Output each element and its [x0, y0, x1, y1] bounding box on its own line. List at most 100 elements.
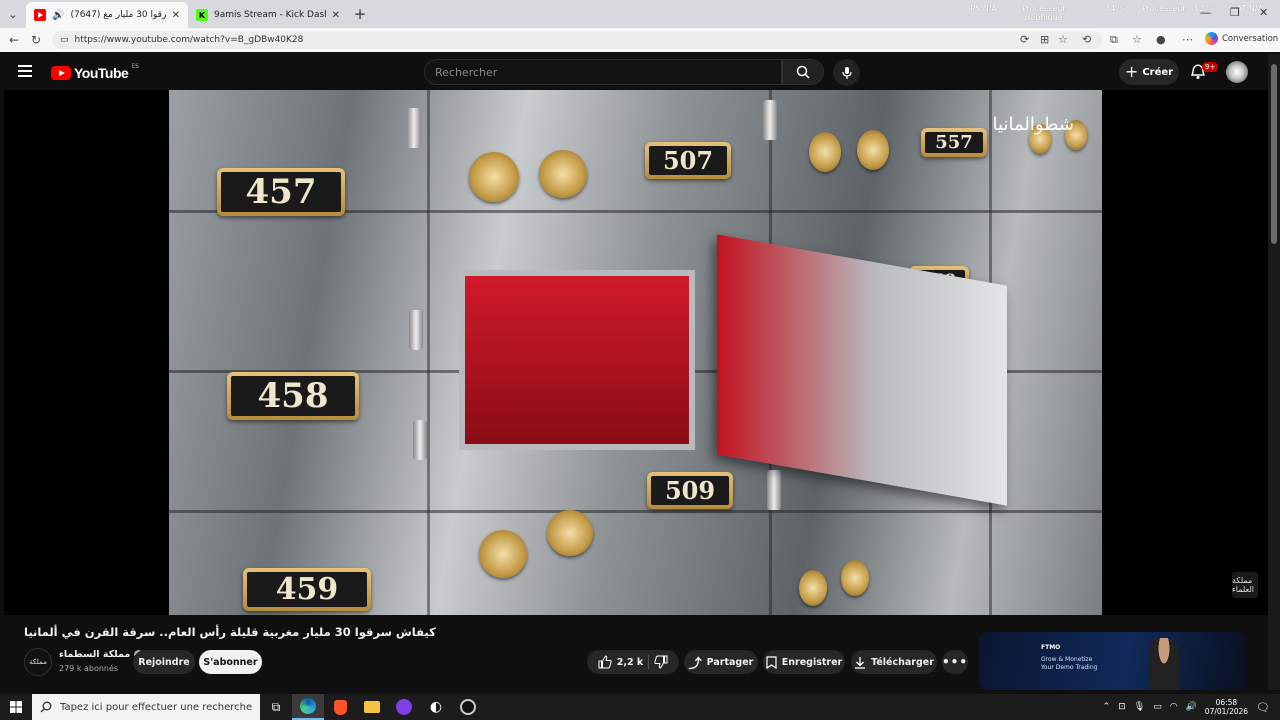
- show-hidden-icons[interactable]: ⌃: [1103, 702, 1111, 712]
- ad-person-image: [1149, 638, 1179, 690]
- save-button[interactable]: Enregistrer: [763, 650, 845, 674]
- volume-icon[interactable]: 🔊: [1186, 702, 1197, 712]
- thumbs-down-icon[interactable]: [654, 655, 668, 669]
- reading-view-icon[interactable]: ⊞: [1040, 33, 1049, 46]
- keyhole-lock: [469, 152, 519, 202]
- copilot-button[interactable]: Conversation: [1205, 32, 1278, 45]
- favorite-star-icon[interactable]: ☆: [1058, 33, 1068, 46]
- share-button[interactable]: ⤴ Partager: [684, 650, 758, 674]
- url-field[interactable]: ▭ https://www.youtube.com/watch?v=B_gDBw…: [52, 31, 1102, 49]
- close-tab-icon[interactable]: ✕: [172, 10, 180, 21]
- ad-headline: Grow & Monetize: [1041, 656, 1093, 663]
- ad-subline: Your Demo Trading: [1041, 664, 1098, 671]
- like-button[interactable]: 2,2 k: [598, 655, 643, 669]
- wifi-icon[interactable]: ◠: [1170, 702, 1178, 712]
- minimize-icon[interactable]: —: [1200, 6, 1211, 19]
- keyhole-lock: [809, 132, 841, 172]
- hinge: [409, 310, 423, 350]
- tab-actions-menu[interactable]: ⌄: [0, 1, 26, 27]
- box-number-plate: 557: [921, 128, 987, 157]
- close-tab-icon[interactable]: ✕: [332, 10, 340, 21]
- hinge: [763, 100, 777, 140]
- search-icon: [40, 701, 52, 713]
- maximize-icon[interactable]: ❐: [1230, 6, 1240, 19]
- box-number-plate: 507: [645, 142, 731, 179]
- video-frame-safe-deposit-boxes: 457 507 557 458 558 509 459 شطوالمانيا: [169, 90, 1102, 615]
- back-icon[interactable]: ←: [3, 33, 25, 47]
- new-tab-button[interactable]: +: [348, 5, 372, 23]
- thumbs-up-icon: [598, 655, 612, 669]
- country-code: ES: [131, 62, 139, 70]
- subscriber-count: 279 k abonnés: [59, 664, 119, 673]
- youtube-icon: [34, 9, 46, 21]
- channel-avatar[interactable]: مملكة: [24, 648, 52, 676]
- create-button[interactable]: + Créer: [1119, 59, 1179, 85]
- microphone-tray-icon[interactable]: 🎙: [1134, 702, 1145, 712]
- close-window-icon[interactable]: ✕: [1259, 6, 1268, 19]
- split-screen-icon[interactable]: ⧉: [1110, 33, 1118, 47]
- profile-icon[interactable]: ●: [1156, 33, 1166, 46]
- join-button[interactable]: Rejoindre: [133, 650, 195, 674]
- obs-app-icon[interactable]: [452, 694, 484, 720]
- more-actions-button[interactable]: •••: [942, 650, 968, 674]
- microphone-icon: [841, 66, 852, 79]
- kick-icon: K: [196, 9, 208, 21]
- system-tray: ⌃ ⊡ 🎙 ▭ ◠ 🔊 06:58 07/01/2026 🗨: [1103, 694, 1280, 720]
- tab-youtube[interactable]: 🔊 (7647) كيفاش سرقوا 30 مليار مغ ✕: [26, 2, 188, 28]
- search-icon: [796, 65, 810, 79]
- save-label: Enregistrer: [781, 656, 843, 668]
- taskbar-search[interactable]: Tapez ici pour effectuer une recherche: [32, 694, 260, 720]
- url-text: https://www.youtube.com/watch?v=B_gDBw40…: [74, 35, 304, 45]
- share-label: Partager: [706, 656, 754, 668]
- menu-icon[interactable]: [18, 65, 32, 77]
- search-button[interactable]: [782, 59, 824, 85]
- sysmon-cpu-label: Processeur: [1142, 4, 1186, 13]
- more-options-icon[interactable]: ⋯: [1182, 33, 1193, 46]
- windows-taskbar: Tapez ici pour effectuer une recherche ⧉…: [0, 694, 1280, 720]
- box-number-plate: 509: [647, 472, 733, 509]
- extensions-icon[interactable]: ⟲: [1082, 33, 1091, 46]
- file-explorer-icon[interactable]: [356, 694, 388, 720]
- windows-logo-icon: [10, 701, 22, 713]
- box-number-plate: 457: [217, 168, 345, 216]
- video-player[interactable]: 457 507 557 458 558 509 459 شطوالمانيا م…: [4, 90, 1268, 615]
- join-label: Rejoindre: [138, 656, 190, 668]
- like-divider: [648, 655, 650, 669]
- windows-start-button[interactable]: [0, 701, 32, 713]
- keyhole-lock: [857, 130, 889, 170]
- channel-watermark[interactable]: مملكة العلماء: [1232, 572, 1258, 598]
- channel-name[interactable]: مملكة السطماء: [59, 649, 130, 660]
- network-icon[interactable]: ⊡: [1118, 702, 1126, 712]
- scrollbar-thumb[interactable]: [1271, 64, 1277, 244]
- subscribe-button[interactable]: S'abonner: [199, 650, 262, 674]
- task-view-icon[interactable]: ⧉: [260, 694, 292, 720]
- youtube-wordmark: YouTube: [74, 65, 129, 81]
- sysmon-gpu-label: Processeur graphique: [1022, 4, 1066, 22]
- create-label: Créer: [1142, 66, 1174, 78]
- site-info-icon[interactable]: ▭: [60, 35, 69, 45]
- channel-name-row[interactable]: مملكة السطماء ✓: [59, 649, 144, 660]
- speaker-icon[interactable]: 🔊: [52, 10, 64, 21]
- chat-app-icon[interactable]: [388, 694, 420, 720]
- translate-icon[interactable]: ⟳: [1020, 33, 1029, 46]
- youtube-logo[interactable]: YouTube ES: [51, 62, 139, 81]
- clock-date: 07/01/2026: [1204, 707, 1249, 716]
- voice-search-button[interactable]: [833, 59, 860, 86]
- refresh-icon[interactable]: ↻: [25, 33, 47, 47]
- battery-icon[interactable]: ▭: [1153, 702, 1162, 712]
- edge-app-icon[interactable]: [292, 694, 324, 720]
- download-button[interactable]: Télécharger: [851, 650, 937, 674]
- brave-app-icon[interactable]: [324, 694, 356, 720]
- favorites-icon[interactable]: ☆: [1132, 33, 1142, 46]
- box-number-plate: 458: [227, 372, 359, 420]
- share-icon: ⤴: [688, 656, 702, 672]
- capcut-app-icon[interactable]: ◐: [420, 694, 452, 720]
- keyhole-lock: [799, 570, 827, 606]
- sponsored-ad-card[interactable]: FTMO Grow & Monetize Your Demo Trading: [979, 632, 1245, 690]
- page-scrollbar[interactable]: [1268, 54, 1280, 690]
- search-input[interactable]: [425, 60, 781, 84]
- tab-kick[interactable]: K 9amis Stream - Kick Dashboard ✕: [188, 2, 348, 28]
- clock[interactable]: 06:58 07/01/2026: [1205, 698, 1248, 716]
- account-avatar[interactable]: [1226, 61, 1248, 83]
- notifications-center-icon[interactable]: 🗨: [1256, 701, 1270, 714]
